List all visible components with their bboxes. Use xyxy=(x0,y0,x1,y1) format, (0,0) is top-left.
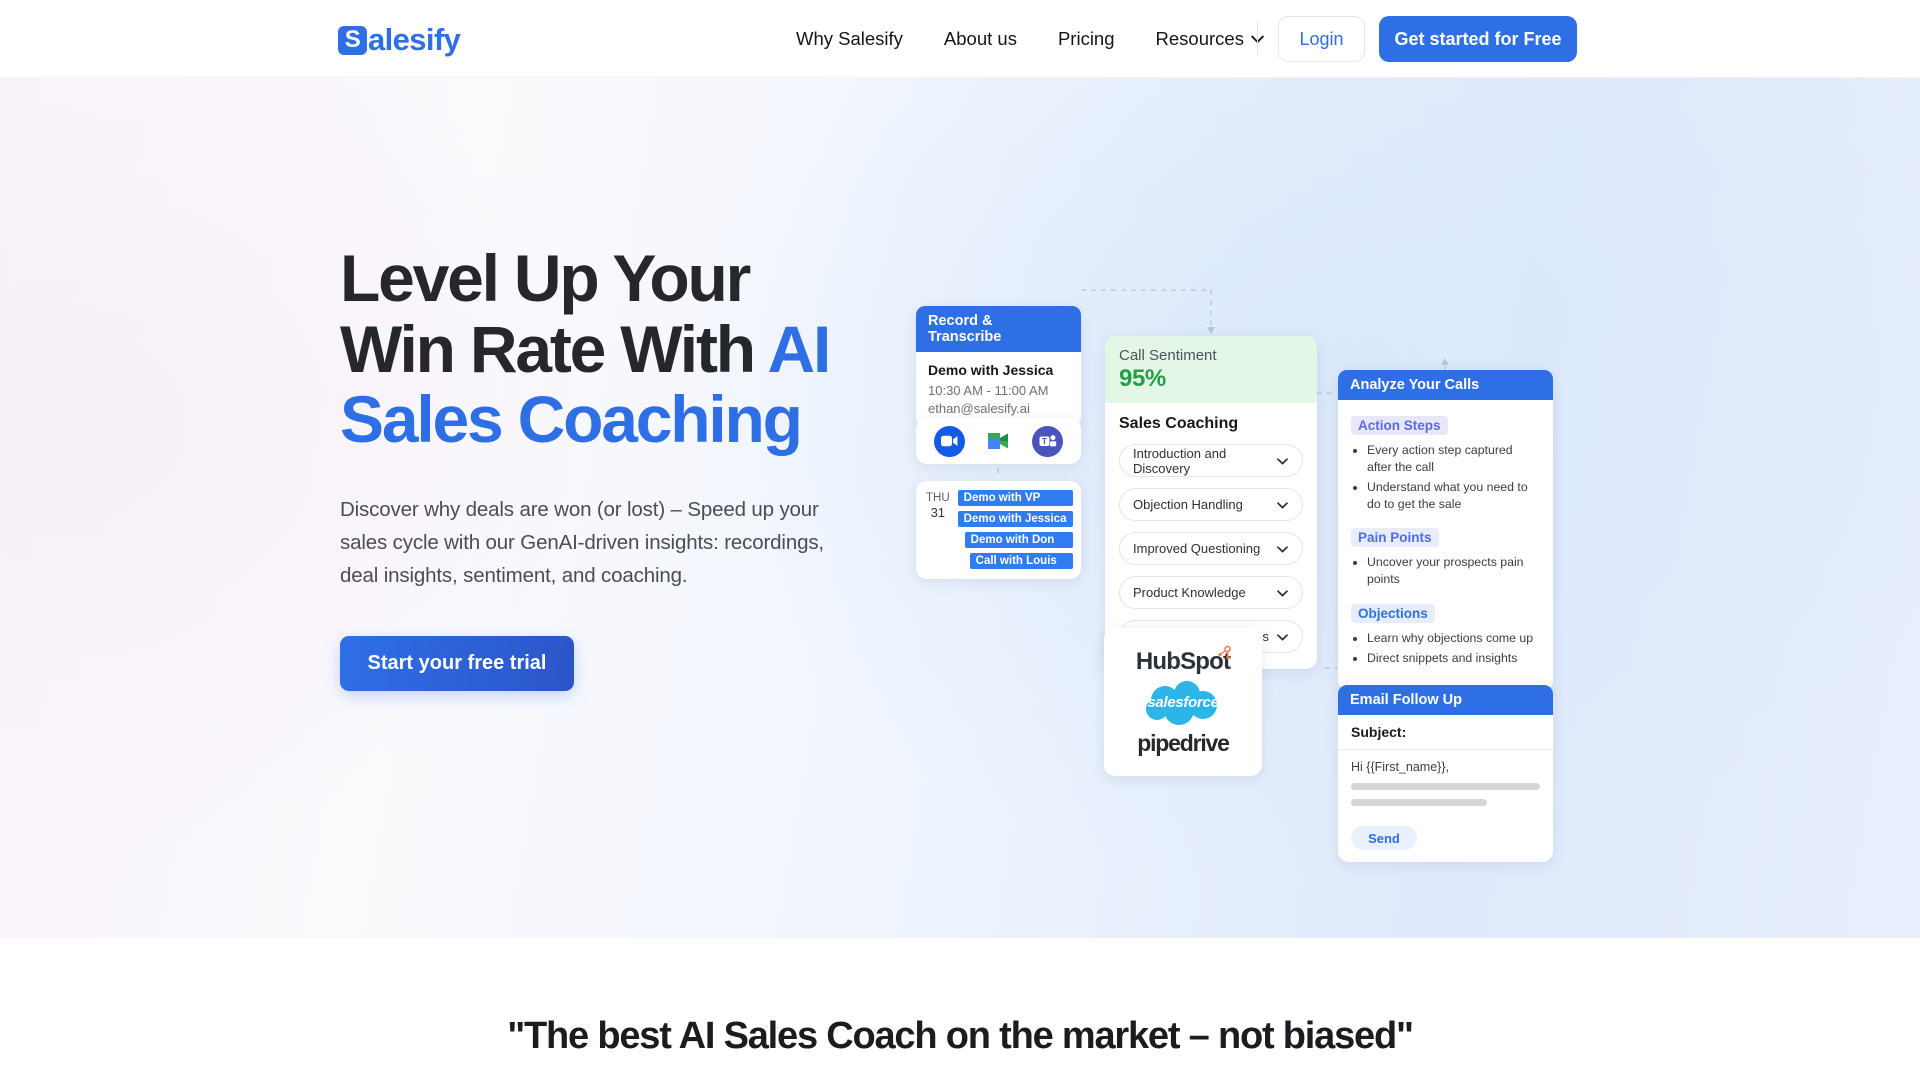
coaching-item-label: Introduction and Discovery xyxy=(1133,445,1227,476)
hero-copy-block: Level Up Your Win Rate With AI Sales Coa… xyxy=(340,243,900,692)
email-subject-label: Subject: xyxy=(1338,715,1553,750)
chevron-down-icon xyxy=(1277,541,1288,556)
main-nav-links: Why Salesify About us Pricing Resources xyxy=(796,0,1264,78)
record-card-body: Demo with Jessica 10:30 AM - 11:00 AM et… xyxy=(916,352,1081,428)
salesforce-wordmark: salesforce xyxy=(1147,694,1219,711)
email-follow-up-card: Email Follow Up Subject: Hi {{First_name… xyxy=(1338,685,1553,862)
coaching-accordion-item[interactable]: Improved Questioning xyxy=(1119,532,1303,565)
testimonial-quote: "The best AI Sales Coach on the market –… xyxy=(507,1015,1414,1057)
hero-headline: Level Up Your Win Rate With AI Sales Coa… xyxy=(340,243,900,455)
list-item: Every action step captured after the cal… xyxy=(1367,442,1540,475)
top-navigation-bar: Salesify Why Salesify About us Pricing R… xyxy=(0,0,1920,78)
hubspot-sprocket-icon xyxy=(1218,645,1232,659)
call-sentiment-panel: Call Sentiment 95% xyxy=(1105,336,1317,403)
meeting-time: 10:30 AM - 11:00 AM xyxy=(928,383,1049,398)
email-placeholder-line xyxy=(1351,799,1488,806)
nav-divider xyxy=(1257,22,1258,55)
headline-line-2: Win Rate With xyxy=(340,311,768,386)
headline-accent-sales-coaching: Sales Coaching xyxy=(340,382,803,457)
record-transcribe-card: Record & Transcribe Demo with Jessica 10… xyxy=(916,306,1081,428)
headline-line-1: Level Up Your xyxy=(340,241,751,315)
nav-item-about-us[interactable]: About us xyxy=(944,28,1017,50)
status-badge-objections: Objections xyxy=(1351,603,1435,623)
email-greeting: Hi {{First_name}}, xyxy=(1351,760,1449,774)
nav-item-label: About us xyxy=(943,28,1017,49)
call-sentiment-coaching-card: Call Sentiment 95% Sales Coaching Introd… xyxy=(1105,336,1317,669)
salesify-logo[interactable]: Salesify xyxy=(338,22,461,58)
meeting-title: Demo with Jessica xyxy=(928,362,1054,378)
logo-wordmark: alesify xyxy=(368,22,461,57)
headline-accent-ai: AI xyxy=(767,311,832,386)
start-free-trial-button[interactable]: Start your free trial xyxy=(340,636,574,692)
calendar-day-of-week: THU xyxy=(926,492,950,504)
coaching-accordion-item[interactable]: Objection Handling xyxy=(1119,488,1303,521)
calendar-event[interactable]: Demo with VP xyxy=(957,490,1073,506)
salesforce-logo: salesforce xyxy=(1135,680,1231,726)
testimonial-section: "The best AI Sales Coach on the market –… xyxy=(0,938,1920,1080)
list-item: Uncover your prospects pain points xyxy=(1367,554,1540,587)
hero-subcopy: Discover why deals are won (or lost) – S… xyxy=(340,497,824,588)
coaching-item-label: Objection Handling xyxy=(1133,497,1243,512)
pipedrive-logo: pipedrive xyxy=(1137,729,1230,757)
chevron-down-icon xyxy=(1277,585,1288,600)
coaching-accordion-item[interactable]: Introduction and Discovery xyxy=(1119,444,1303,477)
microsoft-teams-icon: T xyxy=(1032,425,1063,457)
calendar-date: THU 31 xyxy=(926,490,950,569)
nav-item-pricing[interactable]: Pricing xyxy=(1058,28,1115,50)
email-card-header: Email Follow Up xyxy=(1338,685,1553,715)
get-started-free-button[interactable]: Get started for Free xyxy=(1379,16,1577,62)
coaching-item-label: Product Knowledge xyxy=(1133,585,1246,600)
calendar-event[interactable]: Call with Louis xyxy=(969,553,1073,569)
calendar-event[interactable]: Demo with Jessica xyxy=(957,511,1073,527)
calendar-card: THU 31 Demo with VP Demo with Jessica De… xyxy=(916,481,1081,579)
nav-item-label: Why Salesify xyxy=(796,28,903,49)
calendar-event[interactable]: Demo with Don xyxy=(964,532,1073,548)
analyze-card-header: Analyze Your Calls xyxy=(1338,370,1553,400)
nav-item-resources[interactable]: Resources xyxy=(1156,28,1264,50)
email-card-body: Hi {{First_name}}, Send xyxy=(1338,750,1553,862)
nav-item-why-salesify[interactable]: Why Salesify xyxy=(796,28,903,50)
hero-section: Level Up Your Win Rate With AI Sales Coa… xyxy=(0,78,1920,938)
analyze-your-calls-card: Analyze Your Calls Action Steps Every ac… xyxy=(1338,370,1553,691)
crm-integrations-card: HubSpot salesforce pipedrive xyxy=(1104,628,1262,776)
chevron-down-icon xyxy=(1277,453,1288,468)
google-meet-icon xyxy=(983,426,1014,457)
sales-coaching-title: Sales Coaching xyxy=(1119,415,1239,432)
login-button[interactable]: Login xyxy=(1278,16,1365,62)
hubspot-wordmark: HubSpot xyxy=(1135,647,1231,675)
list-item: Direct snippets and insights xyxy=(1367,650,1540,667)
coaching-accordion-item[interactable]: Product Knowledge xyxy=(1119,576,1303,609)
nav-item-label: Resources xyxy=(1155,28,1244,49)
status-badge-pain-points: Pain Points xyxy=(1351,528,1439,548)
hero-product-diagram: Record & Transcribe Demo with Jessica 10… xyxy=(900,228,1600,878)
email-placeholder-line xyxy=(1351,783,1540,790)
call-sentiment-label: Call Sentiment xyxy=(1119,347,1217,364)
send-button[interactable]: Send xyxy=(1351,826,1417,850)
list-item: Understand what you need to do to get th… xyxy=(1367,479,1540,512)
pain-points-list: Uncover your prospects pain points xyxy=(1351,554,1540,587)
call-sentiment-value: 95% xyxy=(1119,365,1166,392)
analyze-card-body: Action Steps Every action step captured … xyxy=(1338,400,1553,691)
list-item: Learn why objections come up xyxy=(1367,630,1540,647)
svg-text:T: T xyxy=(1042,437,1047,446)
status-badge-action-steps: Action Steps xyxy=(1351,416,1448,435)
objections-list: Learn why objections come up Direct snip… xyxy=(1351,630,1540,667)
calendar-day-number: 31 xyxy=(930,505,946,521)
record-card-header: Record & Transcribe xyxy=(916,306,1081,352)
meeting-email: ethan@salesify.ai xyxy=(928,401,1030,416)
pipedrive-wordmark: pipedrive xyxy=(1137,729,1230,756)
chevron-down-icon xyxy=(1277,497,1288,512)
nav-item-label: Pricing xyxy=(1057,28,1115,49)
coaching-item-label: Improved Questioning xyxy=(1133,541,1261,556)
zoom-icon xyxy=(934,425,965,457)
hubspot-logo: HubSpot xyxy=(1135,645,1232,676)
action-steps-list: Every action step captured after the cal… xyxy=(1351,442,1540,512)
chevron-down-icon xyxy=(1277,629,1288,644)
logo-mark-icon: S xyxy=(338,25,367,55)
meeting-platform-icons-card: T xyxy=(916,418,1081,464)
calendar-event-list: Demo with VP Demo with Jessica Demo with… xyxy=(957,490,1073,569)
